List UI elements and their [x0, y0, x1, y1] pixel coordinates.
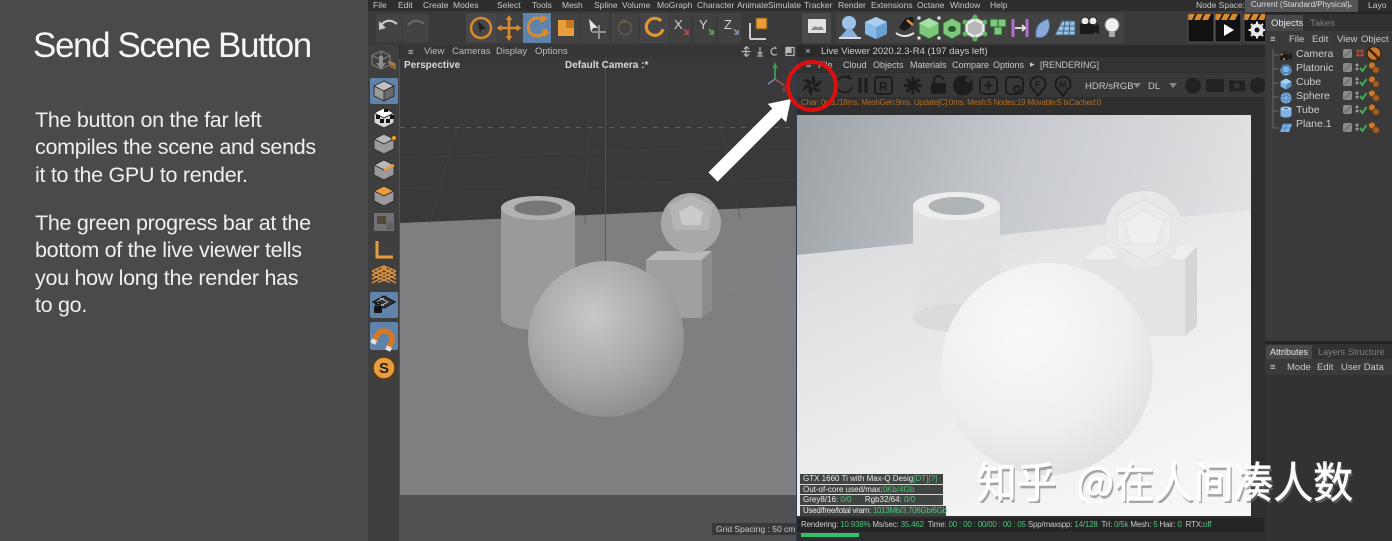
svg-text:F: F [1035, 80, 1041, 90]
svg-text:HDR/sRGB: HDR/sRGB [1085, 81, 1134, 92]
svg-text:R: R [879, 80, 888, 94]
svg-text:Y: Y [699, 17, 708, 32]
svg-text:X: X [674, 17, 683, 32]
svg-text:DL: DL [1148, 81, 1160, 92]
svg-text:Z: Z [724, 17, 732, 32]
svg-text:S: S [379, 360, 389, 377]
svg-text:M: M [1059, 80, 1067, 90]
